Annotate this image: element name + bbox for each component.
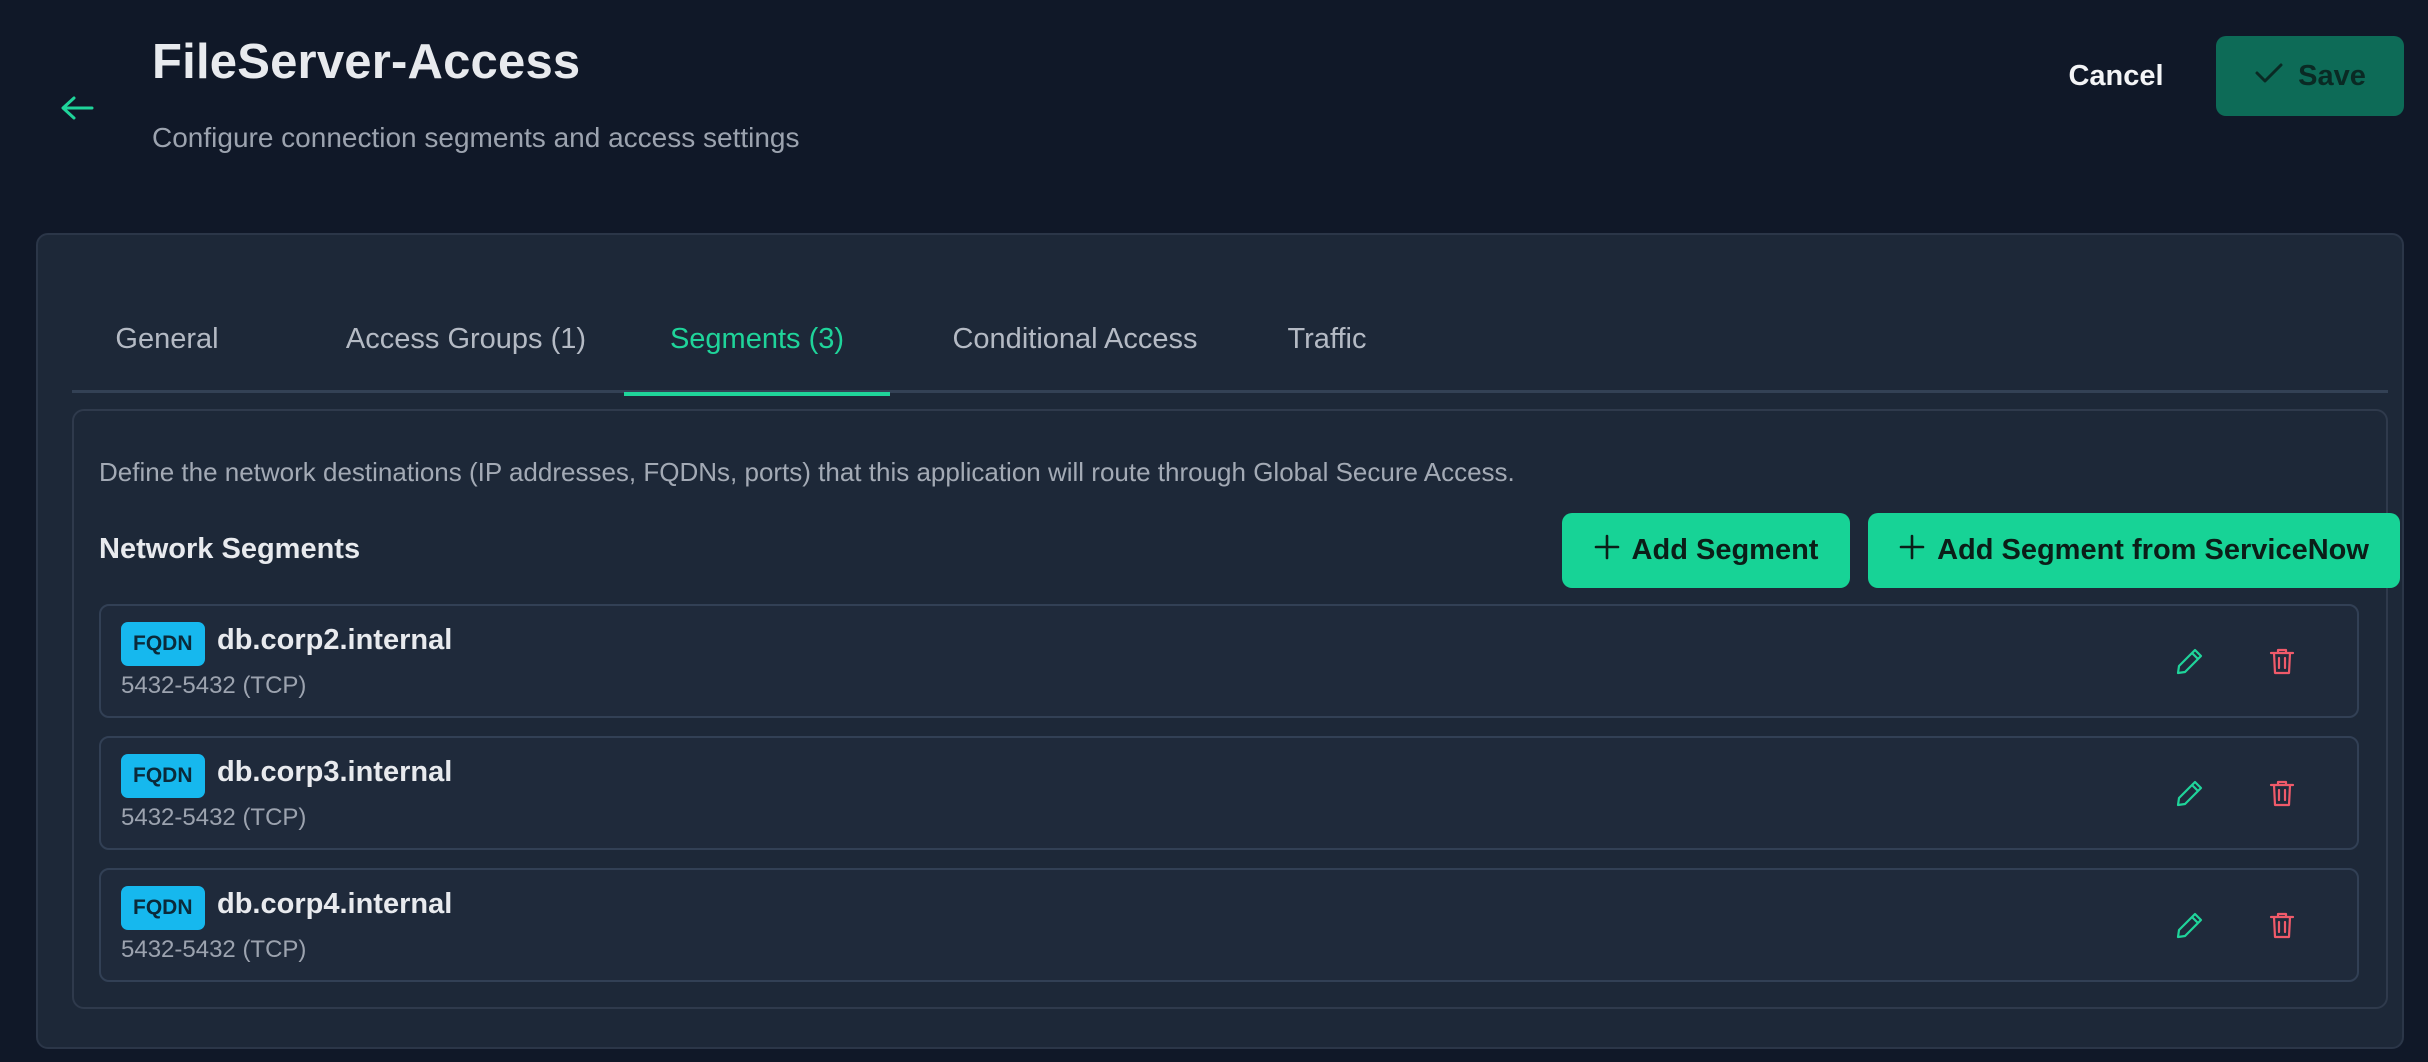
check-icon	[2254, 60, 2284, 93]
segment-ports: 5432-5432 (TCP)	[121, 672, 307, 699]
page-header: FileServer-Access Configure connection s…	[0, 0, 2428, 230]
tab-bar: General Access Groups (1) Segments (3) C…	[72, 285, 2388, 396]
back-button[interactable]	[52, 90, 102, 130]
page-subtitle: Configure connection segments and access…	[152, 122, 800, 153]
segment-row: FQDN db.corp4.internal 5432-5432 (TCP)	[99, 868, 2359, 982]
trash-icon	[2268, 646, 2296, 681]
settings-card: General Access Groups (1) Segments (3) C…	[36, 233, 2404, 1049]
add-segment-button[interactable]: Add Segment	[1562, 513, 1850, 588]
add-servicenow-label: Add Segment from ServiceNow	[1937, 534, 2369, 566]
plus-icon	[1899, 534, 1925, 568]
section-title: Network Segments	[99, 533, 361, 565]
segment-type-badge: FQDN	[121, 886, 205, 930]
segment-row: FQDN db.corp3.internal 5432-5432 (TCP)	[99, 736, 2359, 850]
tab-general[interactable]: General	[72, 285, 262, 393]
segment-name: db.corp3.internal	[217, 756, 453, 788]
tab-segments[interactable]: Segments (3)	[624, 285, 890, 396]
plus-icon	[1594, 534, 1620, 568]
segment-type-badge: FQDN	[121, 622, 205, 666]
pencil-icon	[2175, 646, 2205, 681]
save-button[interactable]: Save	[2216, 36, 2404, 116]
segment-list: FQDN db.corp2.internal 5432-5432 (TCP) F…	[99, 604, 2359, 1000]
cancel-button[interactable]: Cancel	[2046, 38, 2186, 114]
tab-traffic[interactable]: Traffic	[1252, 285, 1402, 393]
page-title: FileServer-Access	[152, 35, 581, 89]
pencil-icon	[2175, 778, 2205, 813]
segment-ports: 5432-5432 (TCP)	[121, 936, 307, 963]
arrow-left-icon	[60, 95, 94, 126]
edit-segment-button[interactable]	[2167, 772, 2213, 818]
trash-icon	[2268, 778, 2296, 813]
segment-ports: 5432-5432 (TCP)	[121, 804, 307, 831]
segment-name: db.corp4.internal	[217, 888, 453, 920]
tab-access-groups[interactable]: Access Groups (1)	[304, 285, 628, 393]
save-label: Save	[2298, 59, 2366, 92]
delete-segment-button[interactable]	[2259, 640, 2305, 686]
trash-icon	[2268, 910, 2296, 945]
edit-segment-button[interactable]	[2167, 640, 2213, 686]
pencil-icon	[2175, 910, 2205, 945]
segments-description: Define the network destinations (IP addr…	[99, 457, 1515, 487]
add-segment-label: Add Segment	[1631, 534, 1819, 566]
segment-type-badge: FQDN	[121, 754, 205, 798]
delete-segment-button[interactable]	[2259, 904, 2305, 950]
edit-segment-button[interactable]	[2167, 904, 2213, 950]
segments-panel: Define the network destinations (IP addr…	[72, 409, 2400, 1009]
segment-name: db.corp2.internal	[217, 624, 453, 656]
add-segment-servicenow-button[interactable]: Add Segment from ServiceNow	[1868, 513, 2400, 588]
delete-segment-button[interactable]	[2259, 772, 2305, 818]
segment-row: FQDN db.corp2.internal 5432-5432 (TCP)	[99, 604, 2359, 718]
tab-conditional-access[interactable]: Conditional Access	[908, 285, 1242, 393]
